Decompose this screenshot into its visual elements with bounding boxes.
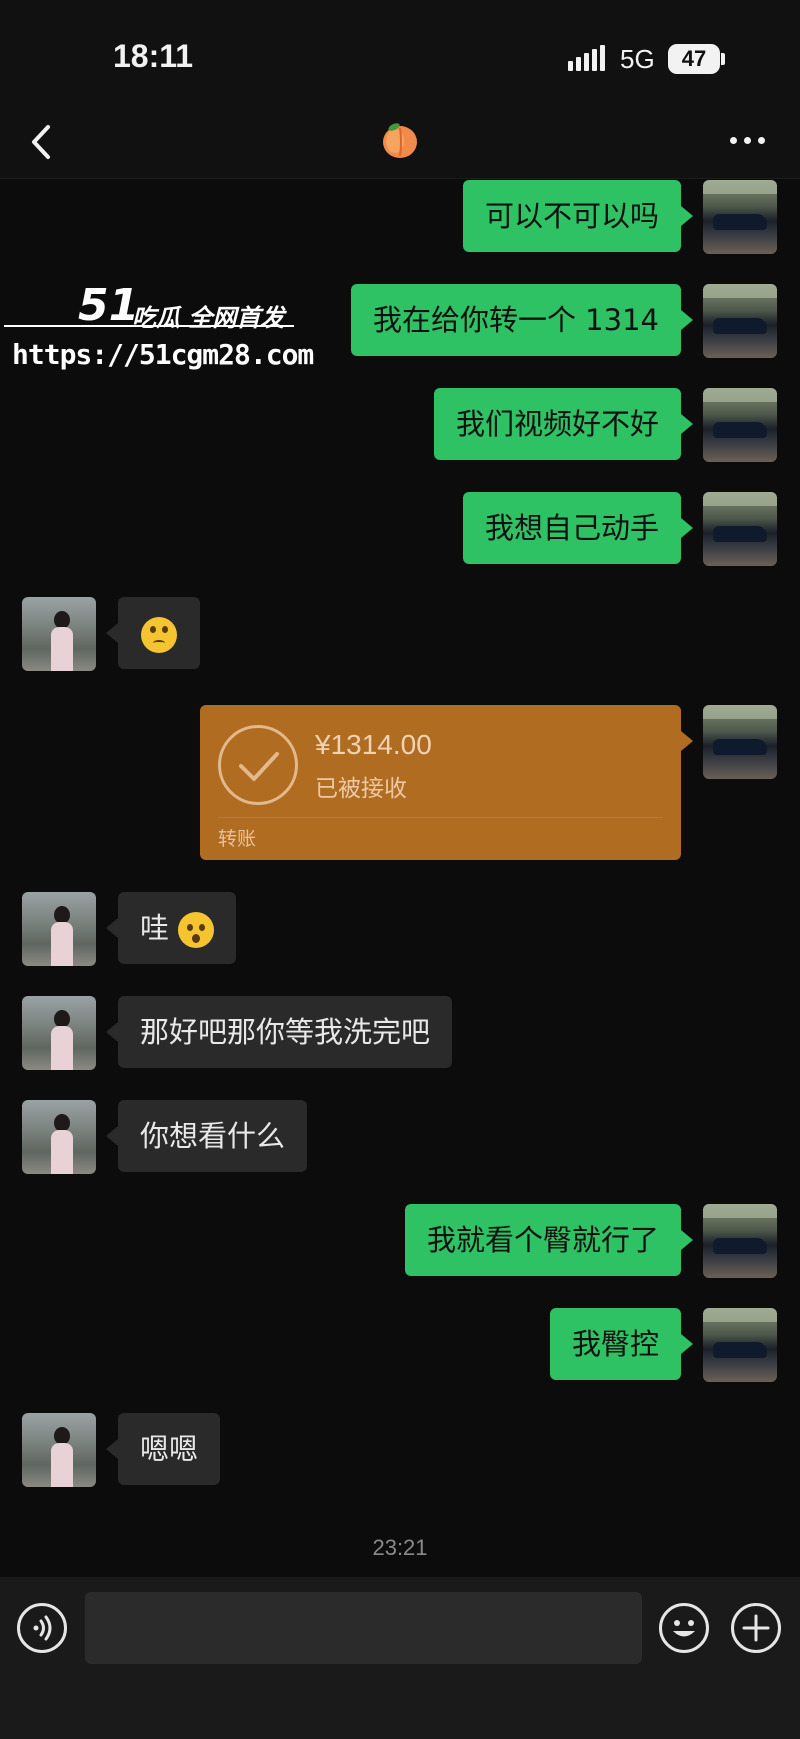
message-bubble-incoming[interactable] — [106, 597, 200, 669]
avatar[interactable] — [703, 1204, 777, 1278]
transfer-label: 转账 — [218, 828, 257, 850]
avatar[interactable] — [703, 284, 777, 358]
message-bubble-outgoing[interactable]: 可以不可以吗 — [462, 180, 694, 252]
message-bubble-outgoing[interactable]: 我就看个臀就行了 — [404, 1204, 694, 1276]
avatar[interactable] — [22, 1100, 96, 1174]
message-bubble-incoming[interactable]: 你想看什么 — [105, 1100, 308, 1172]
emoji-button[interactable] — [659, 1603, 709, 1653]
battery-icon: 47 — [668, 44, 720, 74]
more-options-button[interactable] — [728, 133, 768, 149]
plus-icon — [742, 1614, 770, 1642]
hushed-face-emoji-icon — [178, 912, 215, 948]
status-time: 18:11 — [113, 38, 194, 74]
chat-header — [0, 105, 800, 179]
message-bubble-outgoing[interactable]: 我想自己动手 — [462, 492, 694, 564]
message-bubble-incoming[interactable]: 嗯嗯 — [105, 1413, 221, 1485]
avatar[interactable] — [703, 705, 777, 779]
transfer-status: 已被接收 — [315, 776, 407, 802]
rolling-eyes-emoji-icon — [141, 617, 177, 653]
back-button[interactable] — [22, 117, 62, 167]
message-bubble-outgoing[interactable]: 我臀控 — [549, 1308, 694, 1380]
watermark: 51 吃瓜 全网首发 https://51cgm28.com — [0, 280, 314, 380]
message-text: 哇 — [140, 911, 170, 945]
watermark-url: https://51cgm28.com — [12, 338, 314, 371]
transfer-amount: ¥1314.00 — [315, 729, 432, 760]
avatar[interactable] — [22, 996, 96, 1070]
voice-button[interactable] — [17, 1603, 67, 1653]
message-bubble-incoming[interactable]: 哇 — [105, 892, 237, 964]
avatar[interactable] — [22, 1413, 96, 1487]
message-bubble-outgoing[interactable]: 我在给你转一个 1314 — [350, 284, 694, 356]
check-circle-icon — [218, 725, 298, 805]
plus-button[interactable] — [731, 1603, 781, 1653]
emoji-icon — [673, 1620, 695, 1637]
divider — [218, 817, 663, 818]
avatar[interactable] — [703, 388, 777, 462]
battery-tip — [721, 53, 725, 65]
avatar[interactable] — [22, 892, 96, 966]
message-bubble-outgoing[interactable]: 我们视频好不好 — [433, 388, 694, 460]
avatar[interactable] — [703, 492, 777, 566]
input-bar — [0, 1577, 800, 1739]
watermark-tagline: 吃瓜 全网首发 — [132, 304, 285, 332]
transfer-card[interactable]: ¥1314.00 已被接收 转账 — [200, 705, 693, 860]
voice-icon — [33, 1615, 52, 1641]
watermark-brand: 51 — [78, 280, 140, 331]
signal-icon — [568, 45, 608, 71]
status-bar: 18:11 5G 47 — [0, 0, 800, 105]
avatar[interactable] — [703, 180, 777, 254]
network-type: 5G — [620, 44, 655, 74]
chat-timestamp: 23:21 — [372, 1535, 428, 1560]
chevron-left-icon — [32, 125, 50, 159]
avatar[interactable] — [22, 597, 96, 671]
peach-emoji-icon — [376, 115, 424, 165]
avatar[interactable] — [703, 1308, 777, 1382]
message-bubble-incoming[interactable]: 那好吧那你等我洗完吧 — [105, 996, 453, 1068]
message-input[interactable] — [85, 1592, 642, 1664]
watermark-line — [4, 325, 294, 327]
